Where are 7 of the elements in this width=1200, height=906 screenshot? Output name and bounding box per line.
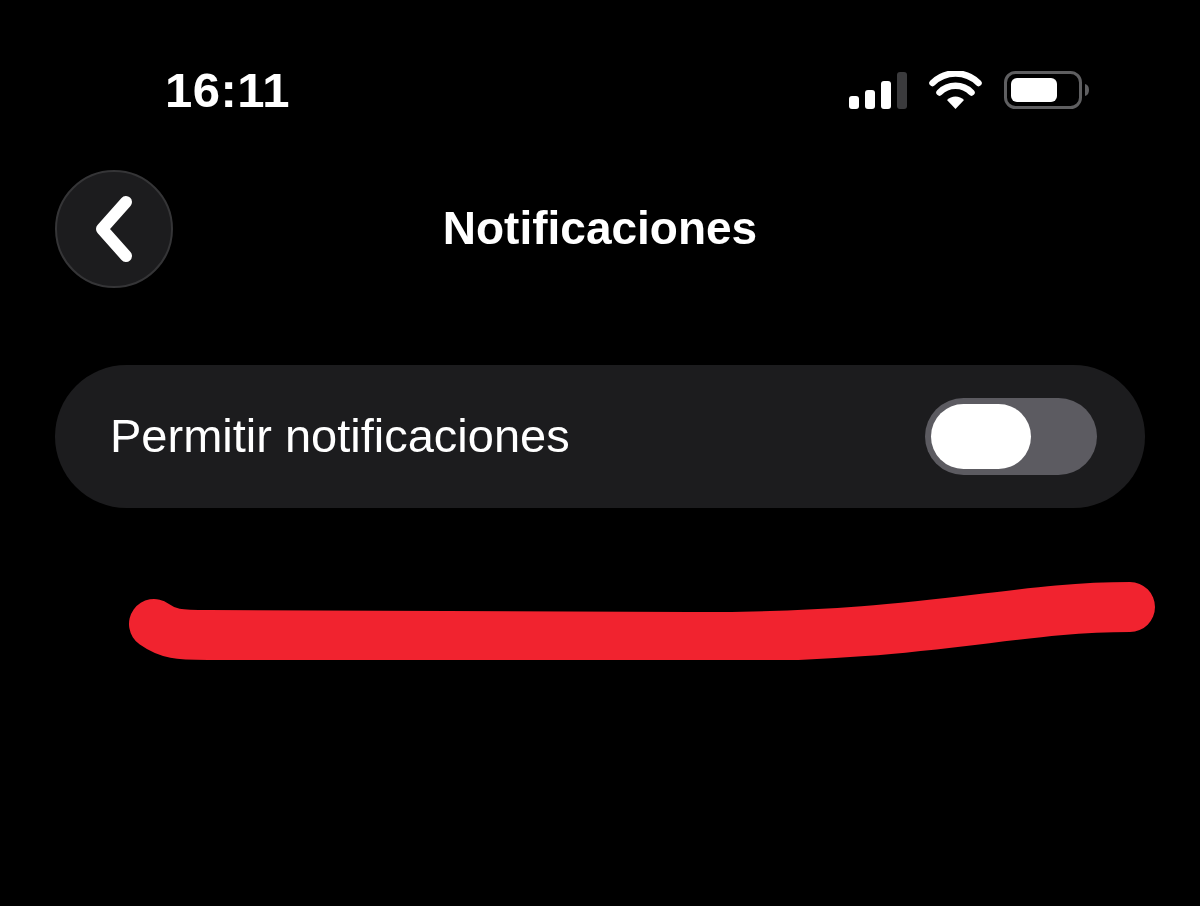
screen-title: Notificaciones bbox=[442, 201, 758, 257]
battery-icon bbox=[1004, 71, 1090, 109]
setting-label: Permitir notificaciones bbox=[110, 408, 570, 465]
cellular-signal-icon bbox=[849, 71, 907, 109]
wifi-icon bbox=[929, 71, 982, 109]
status-time: 16:11 bbox=[165, 65, 291, 115]
chevron-left-icon bbox=[95, 195, 133, 263]
